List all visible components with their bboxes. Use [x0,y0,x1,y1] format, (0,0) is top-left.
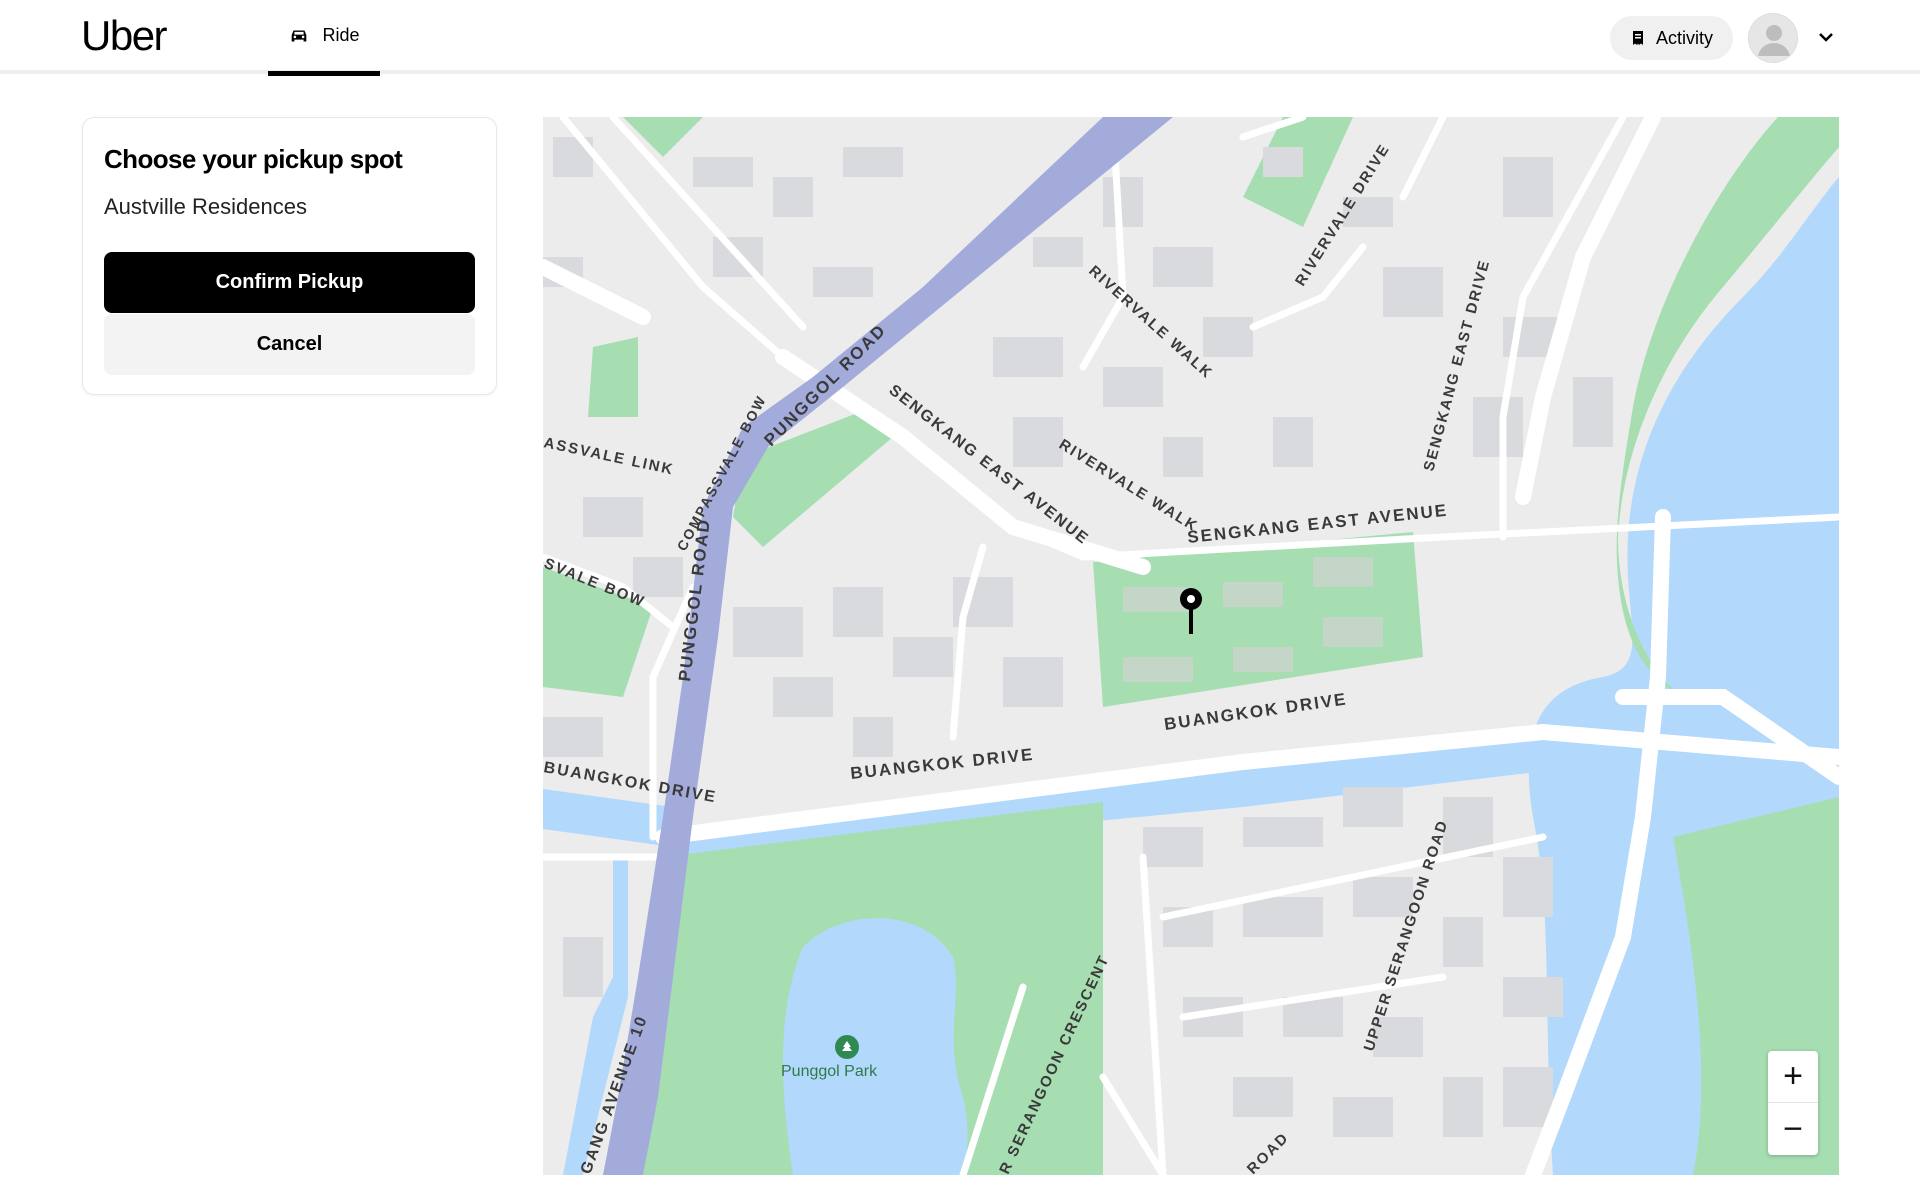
user-icon [1758,25,1790,56]
top-navigation-bar: Uber Ride Activity [0,0,1920,76]
tab-ride[interactable]: Ride [268,0,380,76]
park-small-3 [588,337,638,417]
tree-icon [835,1035,859,1059]
map-view[interactable]: PUNGGOL ROAD PUNGGOL ROAD COMPASSVALE BO… [543,117,1839,1175]
confirm-pickup-button[interactable]: Confirm Pickup [104,252,475,313]
label-compassvale-link: ASSVALE LINK [543,434,676,478]
cancel-button[interactable]: Cancel [104,314,475,375]
car-icon [292,30,307,41]
tab-ride-label: Ride [322,25,360,45]
receipt-icon [1632,31,1643,45]
activity-label: Activity [1655,27,1713,48]
pickup-panel: Choose your pickup spot Austville Reside… [82,117,497,395]
label-road-bottom: ROAD [1244,1129,1293,1175]
zoom-controls: + − [1768,1051,1818,1155]
zoom-out-button[interactable]: − [1768,1103,1818,1155]
avatar[interactable] [1748,13,1798,63]
pickup-location-name: Austville Residences [104,194,307,219]
activity-button[interactable]: Activity [1610,16,1733,60]
map-canvas: PUNGGOL ROAD PUNGGOL ROAD COMPASSVALE BO… [543,117,1839,1175]
punggol-park-lake [783,918,968,1175]
panel-title: Choose your pickup spot [104,144,403,174]
zoom-in-button[interactable]: + [1768,1051,1818,1103]
uber-logo[interactable]: Uber [81,12,168,60]
park-label: Punggol Park [781,1063,878,1080]
label-buangkok-drive-right: BUANGKOK DRIVE [1163,689,1349,734]
chevron-down-icon[interactable] [1815,26,1837,48]
